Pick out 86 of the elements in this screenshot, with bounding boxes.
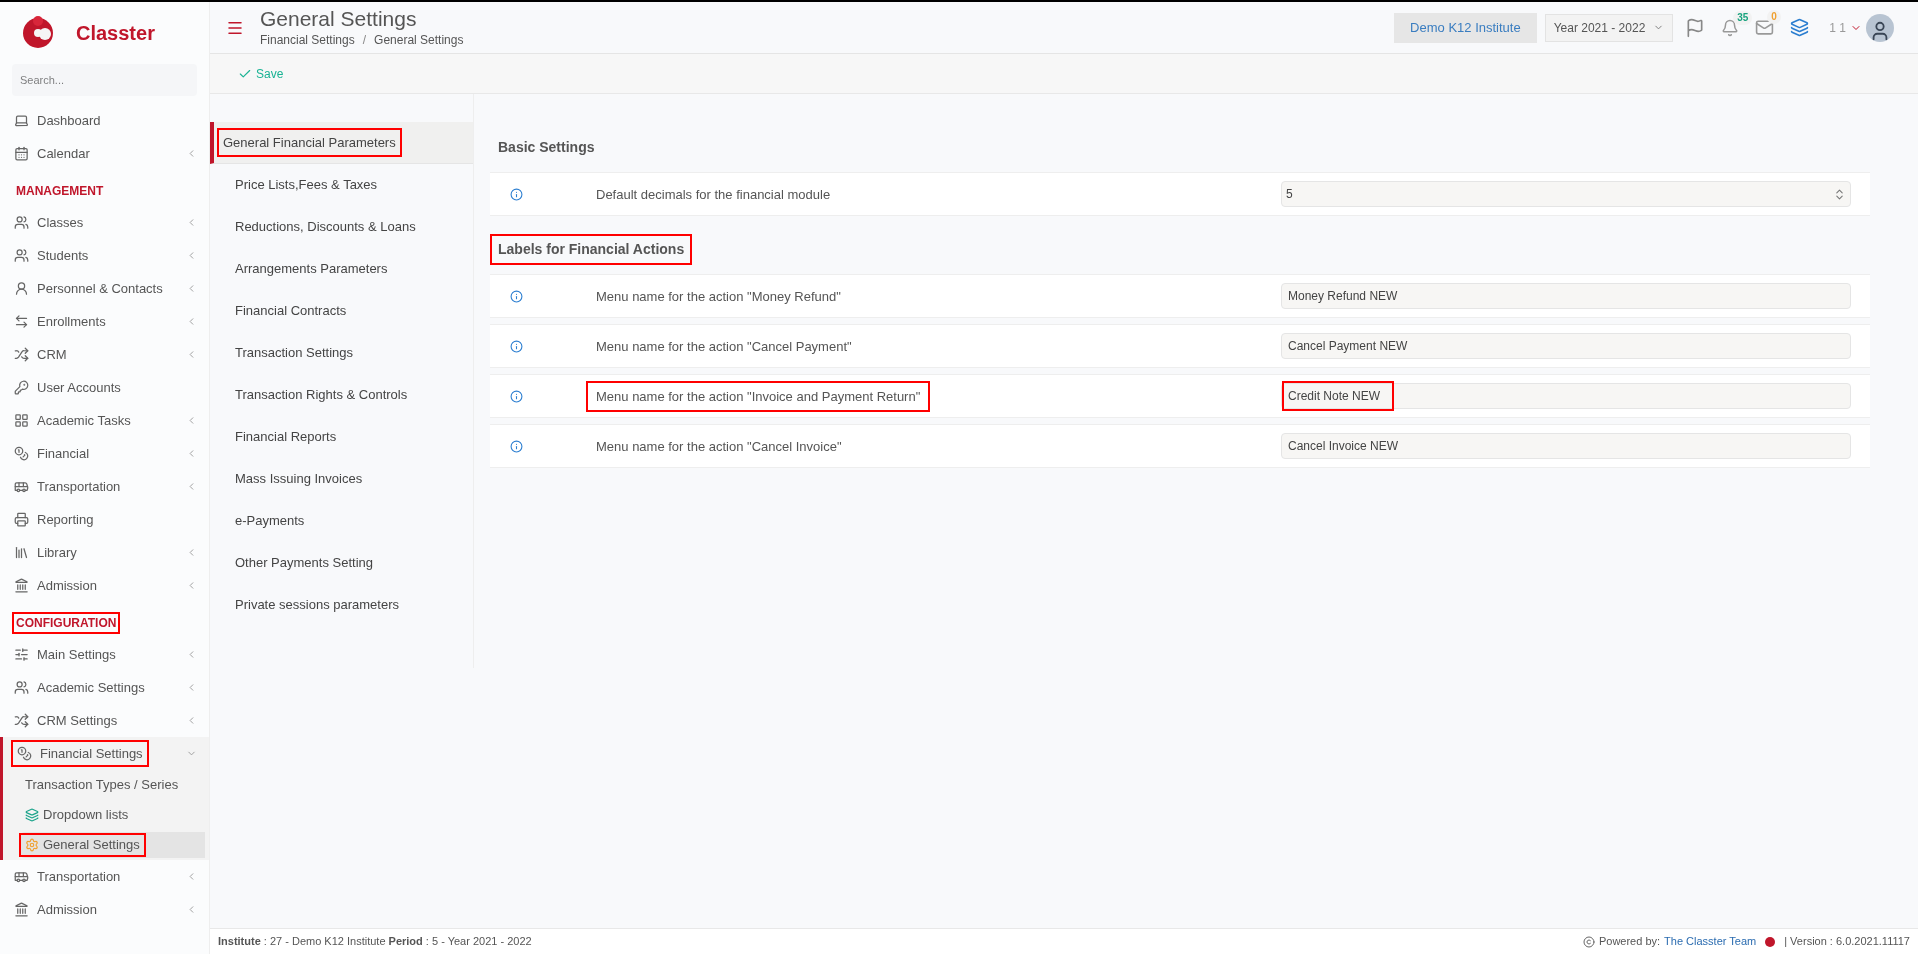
menu-label: Library — [37, 543, 77, 562]
text-field[interactable]: Cancel Payment NEW — [1281, 333, 1851, 359]
breadcrumb-separator: / — [362, 31, 367, 49]
sidebar-item[interactable]: Library — [0, 536, 209, 569]
sidebar-item[interactable]: Academic Tasks — [0, 404, 209, 437]
menu-label: Financial Settings — [40, 744, 143, 763]
menu-label: Personnel & Contacts — [37, 279, 163, 298]
sidebar-item[interactable]: Enrollments — [0, 305, 209, 338]
sidebar-item[interactable]: Dashboard — [0, 104, 209, 137]
sidebar-item[interactable]: Transportation — [0, 470, 209, 503]
sidebar-item[interactable]: Personnel & Contacts — [0, 272, 209, 305]
submenu-item[interactable]: Dropdown lists — [19, 802, 205, 828]
section-heading: MANAGEMENT — [15, 183, 105, 200]
number-field[interactable]: 5 — [1281, 181, 1851, 207]
team-link[interactable]: The Classter Team — [1664, 933, 1757, 950]
menu-label: Admission — [37, 576, 97, 595]
settings-tab[interactable]: Financial Contracts — [210, 290, 473, 332]
section-title: Basic Settings — [497, 137, 596, 157]
settings-tab[interactable]: e-Payments — [210, 500, 473, 542]
sidebar-item[interactable]: Calendar — [0, 137, 209, 170]
setting-label: Menu name for the action "Money Refund" — [595, 288, 842, 306]
sidebar-item[interactable]: Students — [0, 239, 209, 272]
breadcrumb-item: General Settings — [374, 31, 464, 49]
submenu-item[interactable]: General Settings — [19, 832, 205, 858]
menu-label: Academic Settings — [37, 678, 145, 697]
menu-label: Enrollments — [37, 312, 106, 331]
settings-tab[interactable]: Other Payments Setting — [210, 542, 473, 584]
settings-tab[interactable]: Private sessions parameters — [210, 584, 473, 626]
menu-label: Transportation — [37, 867, 121, 886]
submenu-label: General Settings — [43, 836, 140, 855]
menu-label: CRM — [37, 345, 67, 364]
text-field[interactable]: Money Refund NEW — [1281, 283, 1851, 309]
sidebar-item[interactable]: CRM Settings — [0, 704, 209, 737]
field-value: 5 — [1286, 186, 1293, 203]
menu-label: Reporting — [37, 510, 94, 529]
menu-label: Academic Tasks — [37, 411, 131, 430]
sidebar-item[interactable]: Main Settings — [0, 638, 209, 671]
breadcrumb-item[interactable]: Financial Settings — [260, 30, 355, 49]
sidebar-item[interactable]: User Accounts — [0, 371, 209, 404]
settings-tab[interactable]: Price Lists,Fees & Taxes — [210, 164, 473, 206]
version-text: | Version : 6.0.2021.11117 — [1784, 934, 1910, 950]
setting-label: Menu name for the action "Cancel Payment" — [595, 338, 853, 356]
settings-tab[interactable]: Arrangements Parameters — [210, 248, 473, 290]
institute-button[interactable]: Demo K12 Institute — [1394, 12, 1537, 43]
settings-tab[interactable]: Mass Issuing Invoices — [210, 458, 473, 500]
sidebar-item[interactable]: Admission — [0, 569, 209, 602]
menu-label: User Accounts — [37, 378, 121, 397]
sidebar-item[interactable]: CRM — [0, 338, 209, 371]
menu-label: Students — [37, 246, 89, 265]
settings-tab[interactable]: Transaction Settings — [210, 332, 473, 374]
footer-info: Institute : 27 - Demo K12 Institute Period : 5 - Year 2021 - 2022 — [218, 934, 532, 950]
menu-label: Dashboard — [37, 111, 101, 130]
section-title: Labels for Financial Actions — [490, 233, 693, 265]
submenu-label: Dropdown lists — [43, 806, 129, 825]
sidebar-item[interactable]: Academic Settings — [0, 671, 209, 704]
menu-label: Classes — [37, 213, 84, 232]
page-title: General Settings — [260, 6, 418, 31]
settings-tab[interactable]: General Financial Parameters — [210, 122, 473, 164]
search-field[interactable]: Search... — [12, 64, 197, 96]
submenu-label: Transaction Types / Series — [25, 776, 179, 795]
section-heading: CONFIGURATION — [12, 612, 121, 634]
submenu-item[interactable]: Transaction Types / Series — [19, 772, 205, 798]
menu-label: Calendar — [37, 144, 90, 163]
settings-tab[interactable]: Transaction Rights & Controls — [210, 374, 473, 416]
count-badge: 35 — [1733, 10, 1753, 25]
menu-label: Admission — [37, 900, 97, 919]
sidebar-item[interactable]: Admission — [0, 893, 209, 926]
brand-name: Classter — [76, 21, 155, 46]
menu-label: Transportation — [37, 477, 121, 496]
sidebar-item[interactable]: Classes — [0, 206, 209, 239]
menu-label: CRM Settings — [37, 711, 118, 730]
sidebar-item[interactable]: Reporting — [0, 503, 209, 536]
count-badge: 0 — [1767, 10, 1781, 24]
settings-tab[interactable]: Financial Reports — [210, 416, 473, 458]
setting-label: Default decimals for the financial module — [595, 186, 832, 204]
text-field[interactable]: Cancel Invoice NEW — [1281, 433, 1851, 459]
year-select[interactable]: Year 2021 - 2022 — [1544, 13, 1674, 42]
menu-label: Financial — [37, 444, 90, 463]
settings-tab[interactable]: Reductions, Discounts & Loans — [210, 206, 473, 248]
setting-label: Menu name for the action "Cancel Invoice" — [595, 438, 843, 456]
text-field[interactable]: Credit Note NEW — [1281, 383, 1851, 409]
sidebar-item[interactable]: Financial — [0, 437, 209, 470]
setting-label: Menu name for the action "Invoice and Payment Return" — [586, 381, 931, 412]
powered-by-text: Powered by: — [1598, 934, 1661, 950]
sidebar-item[interactable]: Transportation — [0, 860, 209, 893]
menu-label: Main Settings — [37, 645, 116, 664]
